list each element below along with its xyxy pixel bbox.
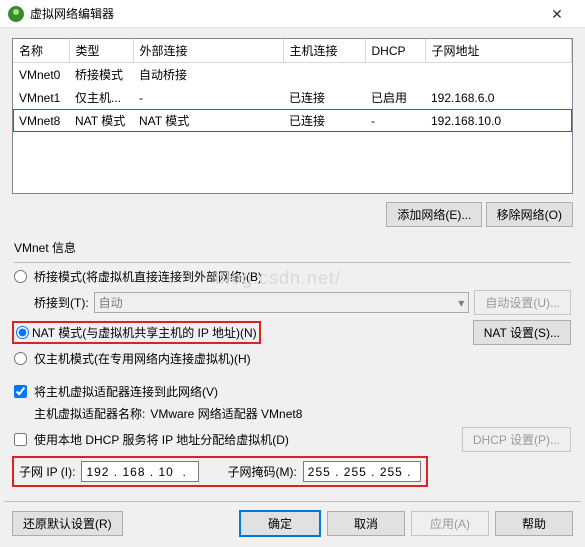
nat-label: NAT 模式(与虚拟机共享主机的 IP 地址)(N) xyxy=(32,324,257,341)
host-adapter-checkbox[interactable] xyxy=(14,385,27,398)
cell: VMnet8 xyxy=(13,109,69,132)
dhcp-checkbox[interactable] xyxy=(14,433,27,446)
table-row[interactable]: VMnet1 仅主机... - 已连接 已启用 192.168.6.0 xyxy=(13,86,572,109)
cell: 已连接 xyxy=(283,109,365,132)
cancel-button[interactable]: 取消 xyxy=(327,511,405,536)
network-table[interactable]: 名称 类型 外部连接 主机连接 DHCP 子网地址 VMnet0 桥接模式 自动… xyxy=(12,38,573,194)
subnet-mask-label: 子网掩码(M): xyxy=(227,463,296,480)
subnet-ip-label: 子网 IP (I): xyxy=(19,463,75,480)
host-adapter-label: 将主机虚拟适配器连接到此网络(V) xyxy=(34,383,218,400)
cell: 已启用 xyxy=(365,86,425,109)
bridge-select: 自动▾ xyxy=(94,292,470,313)
adapter-name-value: VMware 网络适配器 VMnet8 xyxy=(150,405,302,422)
col-name[interactable]: 名称 xyxy=(13,39,69,63)
cell: 自动桥接 xyxy=(133,63,283,87)
nat-radio[interactable] xyxy=(16,326,29,339)
hostonly-radio[interactable] xyxy=(14,352,27,365)
apply-button: 应用(A) xyxy=(411,511,489,536)
cell xyxy=(283,63,365,87)
cell: 仅主机... xyxy=(69,86,133,109)
ok-button[interactable]: 确定 xyxy=(239,510,321,537)
col-subnet[interactable]: 子网地址 xyxy=(425,39,572,63)
dhcp-label: 使用本地 DHCP 服务将 IP 地址分配给虚拟机(D) xyxy=(34,431,289,448)
table-row-selected[interactable]: VMnet8 NAT 模式 NAT 模式 已连接 - 192.168.10.0 xyxy=(13,109,572,132)
dhcp-settings-button: DHCP 设置(P)... xyxy=(462,427,571,452)
remove-network-button[interactable]: 移除网络(O) xyxy=(486,202,573,227)
restore-defaults-button[interactable]: 还原默认设置(R) xyxy=(12,511,123,536)
cell: VMnet0 xyxy=(13,63,69,87)
add-network-button[interactable]: 添加网络(E)... xyxy=(386,202,482,227)
cell: NAT 模式 xyxy=(133,109,283,132)
cell: 已连接 xyxy=(283,86,365,109)
app-icon xyxy=(8,6,24,22)
adapter-name-label: 主机虚拟适配器名称: xyxy=(34,405,145,422)
help-button[interactable]: 帮助 xyxy=(495,511,573,536)
bridge-label: 桥接模式(将虚拟机直接连接到外部网络)(B) xyxy=(34,268,262,285)
bridge-radio[interactable] xyxy=(14,270,27,283)
subnet-mask-input[interactable] xyxy=(303,461,421,482)
col-type[interactable]: 类型 xyxy=(69,39,133,63)
cell: - xyxy=(365,109,425,132)
cell: 192.168.6.0 xyxy=(425,86,572,109)
subnet-ip-input[interactable] xyxy=(81,461,199,482)
cell: - xyxy=(133,86,283,109)
cell: 192.168.10.0 xyxy=(425,109,572,132)
close-icon[interactable]: ✕ xyxy=(537,2,577,26)
col-host[interactable]: 主机连接 xyxy=(283,39,365,63)
nat-settings-button[interactable]: NAT 设置(S)... xyxy=(473,320,571,345)
bridge-to-label: 桥接到(T): xyxy=(34,294,89,311)
window-title: 虚拟网络编辑器 xyxy=(30,5,114,22)
table-row[interactable]: VMnet0 桥接模式 自动桥接 xyxy=(13,63,572,87)
col-ext[interactable]: 外部连接 xyxy=(133,39,283,63)
cell: 桥接模式 xyxy=(69,63,133,87)
cell xyxy=(365,63,425,87)
col-dhcp[interactable]: DHCP xyxy=(365,39,425,63)
cell: VMnet1 xyxy=(13,86,69,109)
cell: NAT 模式 xyxy=(69,109,133,132)
group-title: VMnet 信息 xyxy=(14,239,571,256)
hostonly-label: 仅主机模式(在专用网络内连接虚拟机)(H) xyxy=(34,350,251,367)
auto-settings-button: 自动设置(U)... xyxy=(474,290,571,315)
cell xyxy=(425,63,572,87)
